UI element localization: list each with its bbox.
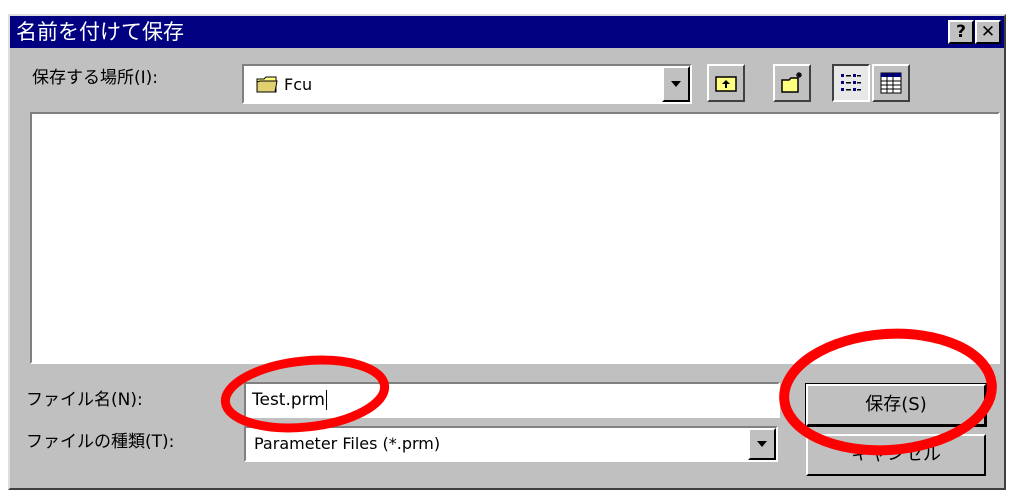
new-folder-button[interactable] [773,64,811,102]
filename-input[interactable]: Test.prm [244,382,780,418]
cancel-button[interactable]: キャンセル [806,434,986,476]
save-as-dialog: 名前を付けて保存 ? ✕ 保存する場所(I): Fcu ファイル名(N): Te… [8,14,1006,490]
title-bar: 名前を付けて保存 ? ✕ [10,16,1004,48]
up-folder-icon [715,76,737,92]
filetype-dropdown[interactable]: Parameter Files (*.prm) [244,426,778,462]
details-view-button[interactable] [872,64,910,102]
help-button[interactable]: ? [948,20,974,44]
text-cursor [325,390,327,410]
details-view-icon [880,72,902,94]
save-in-dropdown[interactable]: Fcu [242,64,692,104]
save-in-dropdown-arrow[interactable] [662,66,690,102]
close-button[interactable]: ✕ [975,20,1001,44]
save-button[interactable]: 保存(S) [805,383,987,427]
filename-label: ファイル名(N): [26,390,143,410]
list-view-button[interactable] [832,64,870,102]
file-list-area[interactable] [30,112,1000,364]
folder-icon [256,76,278,93]
save-in-label: 保存する場所(I): [32,68,159,88]
up-folder-button[interactable] [707,64,745,102]
list-view-icon [841,74,861,91]
filename-value: Test.prm [252,390,327,410]
new-folder-icon [781,72,802,93]
filetype-value: Parameter Files (*.prm) [254,434,441,453]
window-title: 名前を付けて保存 [16,20,184,44]
filetype-dropdown-arrow[interactable] [748,428,776,460]
filetype-label: ファイルの種類(T): [26,432,175,452]
save-in-value: Fcu [284,75,313,94]
